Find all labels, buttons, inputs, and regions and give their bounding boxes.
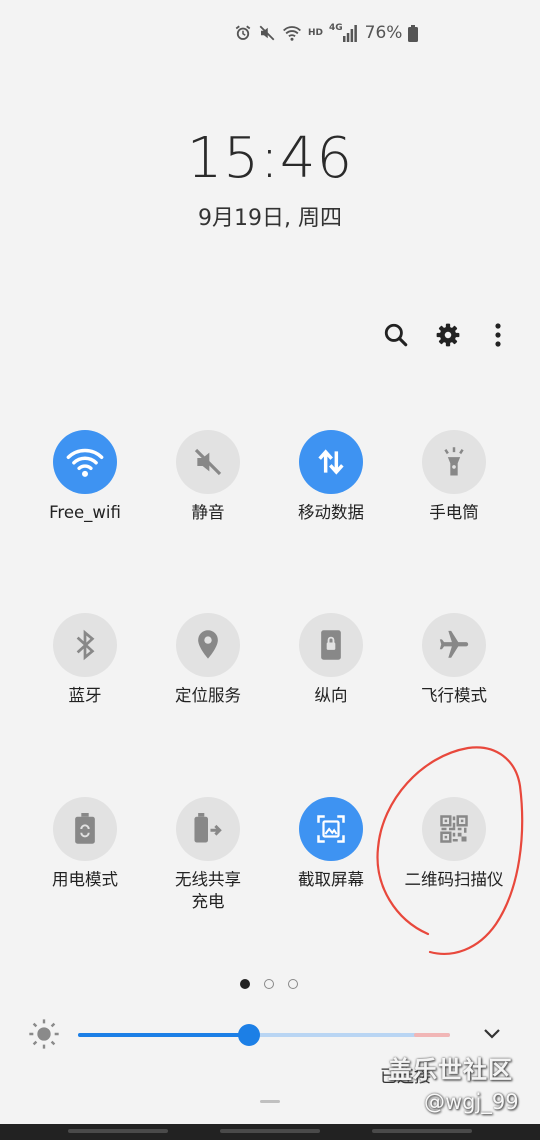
slider-fill (78, 1033, 250, 1037)
battery-percentage: 76% (364, 23, 403, 43)
search-button[interactable] (378, 318, 414, 352)
tile-label: 二维码扫描仪 (404, 870, 504, 889)
watermark-user: @wgj_99 (424, 1090, 519, 1114)
mobile-data-icon (299, 430, 363, 494)
page-dot[interactable] (288, 979, 298, 989)
bluetooth-icon (53, 613, 117, 677)
tile-label: 截取屏幕 (298, 870, 364, 889)
settings-gear-icon (436, 323, 460, 347)
tile-mobile-data[interactable]: 移动数据 (269, 430, 393, 524)
tile-flashlight[interactable]: 手电筒 (392, 430, 516, 524)
clock-time: 15:46 (186, 126, 354, 191)
tile-label: 用电模式 (52, 870, 118, 889)
flashlight-icon (422, 430, 486, 494)
tile-wifi[interactable]: Free_wifi (23, 430, 147, 524)
battery-icon (408, 24, 419, 42)
wireless-powershare-icon (176, 797, 240, 861)
qr-scanner-icon (422, 797, 486, 861)
brightness-icon (28, 1018, 60, 1054)
tile-label: 无线共享 充电 (175, 870, 241, 911)
tile-qr-scanner[interactable]: 二维码扫描仪 (392, 797, 516, 891)
drag-handle[interactable] (260, 1100, 280, 1103)
brightness-slider[interactable] (78, 1024, 450, 1046)
expand-button[interactable] (480, 1022, 504, 1046)
more-options-button[interactable] (480, 318, 516, 352)
tile-label: 手电筒 (429, 503, 479, 522)
settings-button[interactable] (430, 318, 466, 352)
watermark-community: 盖乐世社区 (388, 1056, 513, 1084)
wifi-icon (282, 24, 302, 42)
screenshot-icon (299, 797, 363, 861)
page-indicator[interactable] (240, 979, 298, 989)
tile-mute[interactable]: 静音 (146, 430, 270, 524)
location-icon (176, 613, 240, 677)
page-dot[interactable] (264, 979, 274, 989)
alarm-icon (234, 24, 252, 42)
wifi-icon (53, 430, 117, 494)
tile-power-mode[interactable]: 用电模式 (23, 797, 147, 891)
clock-date: 9月19日, 周四 (198, 206, 342, 231)
tile-label: 移动数据 (298, 503, 364, 522)
power-mode-icon (53, 797, 117, 861)
portrait-lock-icon (299, 613, 363, 677)
tile-label: 飞行模式 (421, 686, 487, 705)
tile-wireless-powershare[interactable]: 无线共享 充电 (146, 797, 270, 913)
panel-toolbar (378, 318, 518, 352)
tile-location[interactable]: 定位服务 (146, 613, 270, 707)
tile-label: 定位服务 (175, 686, 241, 705)
tile-label: 纵向 (314, 686, 348, 705)
page-dot[interactable] (240, 979, 250, 989)
tile-screenshot[interactable]: 截取屏幕 (269, 797, 393, 891)
nav-home[interactable] (220, 1129, 320, 1133)
nav-back[interactable] (372, 1129, 472, 1133)
tile-portrait[interactable]: 纵向 (269, 613, 393, 707)
chevron-down-icon (484, 1029, 500, 1039)
airplane-icon (422, 613, 486, 677)
mute-icon (258, 24, 276, 42)
nav-recents[interactable] (68, 1129, 168, 1133)
tile-label: Free_wifi (49, 503, 121, 522)
more-options-icon (495, 323, 501, 347)
tile-bluetooth[interactable]: 蓝牙 (23, 613, 147, 707)
tile-label: 蓝牙 (68, 686, 102, 705)
mute-icon (176, 430, 240, 494)
status-bar: HD 4G 76% (234, 22, 419, 44)
slider-thumb[interactable] (238, 1024, 261, 1046)
network-type-label: 4G (329, 23, 343, 33)
slider-warm-zone (414, 1033, 450, 1037)
tile-airplane[interactable]: 飞行模式 (392, 613, 516, 707)
4g-signal-icon: 4G (329, 24, 357, 42)
navigation-bar (0, 1124, 540, 1140)
hd-icon: HD (308, 27, 324, 38)
search-icon (384, 323, 408, 347)
tile-label: 静音 (191, 503, 225, 522)
